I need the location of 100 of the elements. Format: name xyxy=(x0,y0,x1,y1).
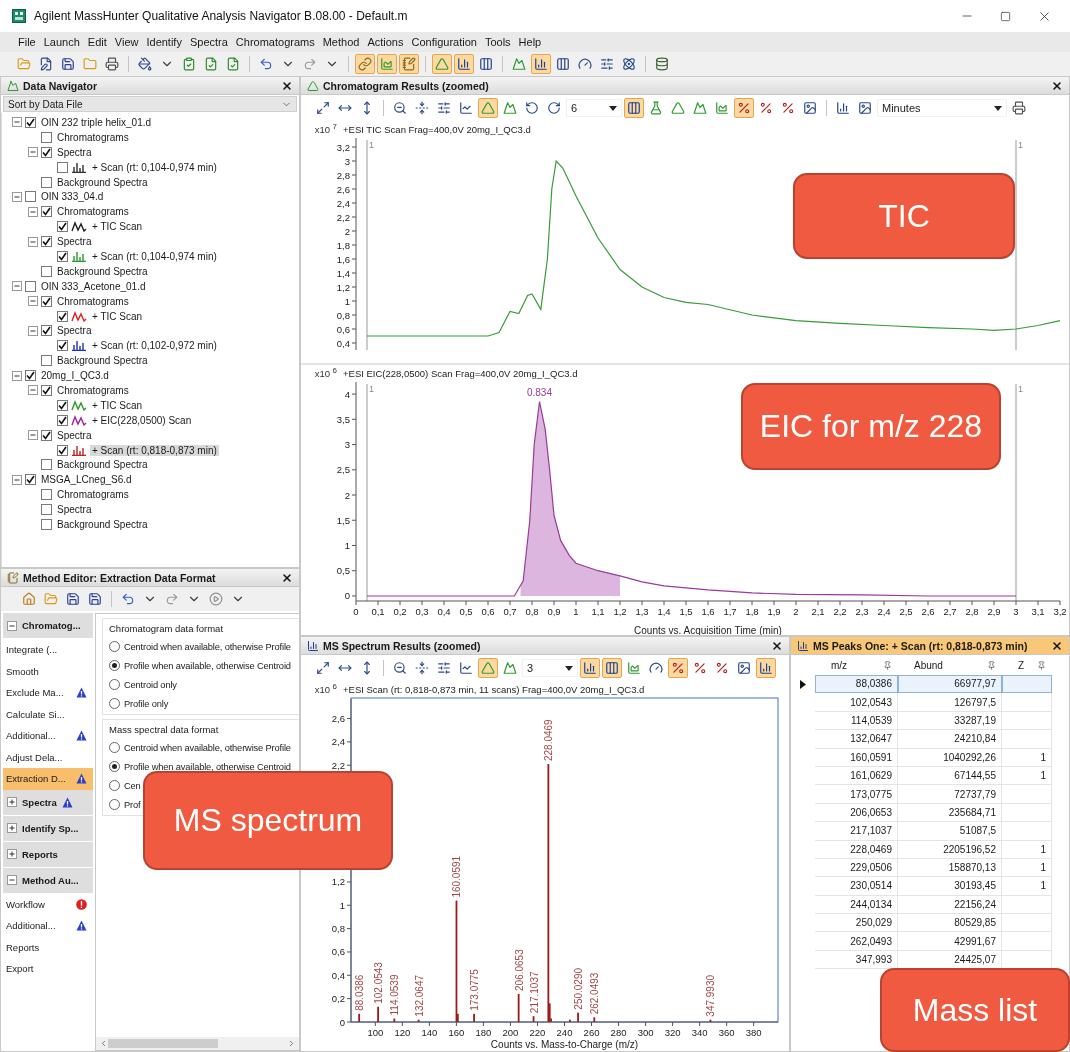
section-header[interactable]: Method Au... xyxy=(3,867,93,893)
close-icon[interactable] xyxy=(281,79,293,92)
checkbox[interactable] xyxy=(41,519,52,530)
checkbox[interactable] xyxy=(57,221,68,233)
tree-item[interactable]: Spectra xyxy=(55,504,94,516)
tree-item[interactable]: Background Spectra xyxy=(55,265,150,277)
tree-item[interactable]: Chromatograms xyxy=(55,295,131,307)
dropdown[interactable]: 6 xyxy=(566,99,622,117)
pin-icon[interactable] xyxy=(883,660,892,670)
notepad-button[interactable] xyxy=(399,54,419,74)
tree-item[interactable]: + Scan (rt: 0,104-0,974 min) xyxy=(90,161,219,173)
checkbox[interactable] xyxy=(57,340,68,352)
tree-item[interactable]: + Scan (rt: 0,818-0,873 min) xyxy=(90,444,219,456)
marker-line[interactable] xyxy=(366,139,368,351)
checkbox[interactable] xyxy=(25,191,36,203)
tree-item[interactable]: Chromatograms xyxy=(55,206,131,218)
tree-item[interactable]: Background Spectra xyxy=(55,519,150,530)
checkbox[interactable] xyxy=(41,236,52,248)
checkbox[interactable] xyxy=(25,370,36,382)
columns-button[interactable] xyxy=(624,98,644,118)
tree-item[interactable]: Chromatograms xyxy=(55,489,131,501)
checkbox[interactable] xyxy=(41,176,52,188)
tree-item[interactable]: + TIC Scan xyxy=(90,221,145,233)
triangle-button[interactable] xyxy=(478,98,498,118)
radio-button[interactable] xyxy=(109,679,120,690)
checkbox[interactable] xyxy=(25,116,36,128)
menu-item[interactable]: Spectra xyxy=(185,32,232,52)
collapse-icon[interactable] xyxy=(7,620,17,631)
tree-item[interactable]: Spectra xyxy=(55,429,94,441)
triangle-button[interactable] xyxy=(478,658,498,678)
tree-item[interactable]: Spectra xyxy=(55,146,94,158)
checkbox[interactable] xyxy=(57,161,68,173)
tree-item[interactable]: Background Spectra xyxy=(55,176,150,188)
marker-line[interactable] xyxy=(366,383,368,602)
checkbox[interactable] xyxy=(41,504,52,516)
menu-item[interactable]: Help xyxy=(514,32,546,52)
menu-item[interactable]: Method xyxy=(318,32,364,52)
section-header[interactable]: Identify Sp... xyxy=(3,815,93,841)
checkbox[interactable] xyxy=(41,206,52,218)
horizontal-scrollbar[interactable] xyxy=(96,1037,299,1050)
checkbox[interactable] xyxy=(57,399,68,411)
radio-button[interactable] xyxy=(109,799,120,810)
bar-chart-button[interactable] xyxy=(531,54,551,74)
close-icon[interactable] xyxy=(1051,79,1063,92)
radio-button[interactable] xyxy=(109,742,120,753)
checkbox[interactable] xyxy=(41,265,52,277)
radio-option[interactable]: Centroid only xyxy=(109,675,177,694)
section-header[interactable]: Chromatog... xyxy=(3,613,93,638)
close-icon[interactable] xyxy=(281,571,293,584)
checkbox[interactable] xyxy=(57,444,68,456)
checkbox[interactable] xyxy=(57,250,68,262)
checkbox[interactable] xyxy=(41,146,52,158)
dropdown[interactable]: 3 xyxy=(522,659,578,677)
menu-item[interactable]: Chromatograms xyxy=(231,32,319,52)
bar-chart-button[interactable] xyxy=(580,658,600,678)
columns-button[interactable] xyxy=(602,658,622,678)
checkbox[interactable] xyxy=(41,459,52,471)
menu-item[interactable]: Launch xyxy=(39,32,84,52)
menu-item[interactable]: File xyxy=(14,32,40,52)
tree-item[interactable]: + Scan (rt: 0,102-0,972 min) xyxy=(90,340,219,352)
collapse-icon[interactable] xyxy=(7,875,17,885)
checkbox[interactable] xyxy=(41,325,52,337)
menu-item[interactable]: Identify xyxy=(142,32,186,52)
section-header[interactable]: Spectra xyxy=(3,789,93,815)
radio-option[interactable]: Cen xyxy=(109,776,141,795)
checkbox[interactable] xyxy=(41,384,52,396)
close-icon[interactable] xyxy=(771,639,783,652)
tree-item[interactable]: + TIC Scan xyxy=(90,310,145,322)
checkbox[interactable] xyxy=(41,489,52,501)
expand-icon[interactable] xyxy=(7,797,17,807)
tree-item[interactable]: Chromatograms xyxy=(55,384,131,396)
tree-item[interactable]: Background Spectra xyxy=(55,355,150,367)
radio-button[interactable] xyxy=(109,698,120,709)
pin-icon[interactable] xyxy=(1037,660,1046,670)
scroll-right-icon[interactable] xyxy=(287,1039,296,1048)
section-header[interactable]: Reports xyxy=(3,841,93,867)
menu-item[interactable]: Edit xyxy=(83,32,111,52)
marker-line[interactable] xyxy=(1015,139,1017,351)
checkbox[interactable] xyxy=(41,355,52,367)
menu-item[interactable]: View xyxy=(110,32,143,52)
radio-option[interactable]: Profile only xyxy=(109,694,169,713)
pin-icon[interactable] xyxy=(987,660,996,670)
expand-icon[interactable] xyxy=(7,823,17,833)
tree-item[interactable]: MSGA_LCneg_S6.d xyxy=(39,474,134,486)
bar-chart-button[interactable] xyxy=(756,658,776,678)
radio-button[interactable] xyxy=(109,660,120,671)
tree-item[interactable]: OIN 333_04.d xyxy=(39,191,106,203)
bar-chart-button[interactable] xyxy=(454,54,474,74)
scroll-left-icon[interactable] xyxy=(99,1039,108,1048)
radio-button[interactable] xyxy=(109,780,120,791)
tree-item[interactable]: OIN 232 triple helix_01.d xyxy=(39,116,154,128)
menu-item[interactable]: Configuration xyxy=(407,32,481,52)
checkbox[interactable] xyxy=(25,280,36,292)
menu-item[interactable]: Actions xyxy=(363,32,408,52)
sort-dropdown[interactable]: Sort by Data File xyxy=(3,96,297,112)
percent-button[interactable] xyxy=(734,98,754,118)
checkbox[interactable] xyxy=(41,295,52,307)
checkbox[interactable] xyxy=(41,429,52,441)
radio-option[interactable]: Profile when available, otherwise Centroid xyxy=(109,656,291,675)
checkbox[interactable] xyxy=(25,474,36,486)
